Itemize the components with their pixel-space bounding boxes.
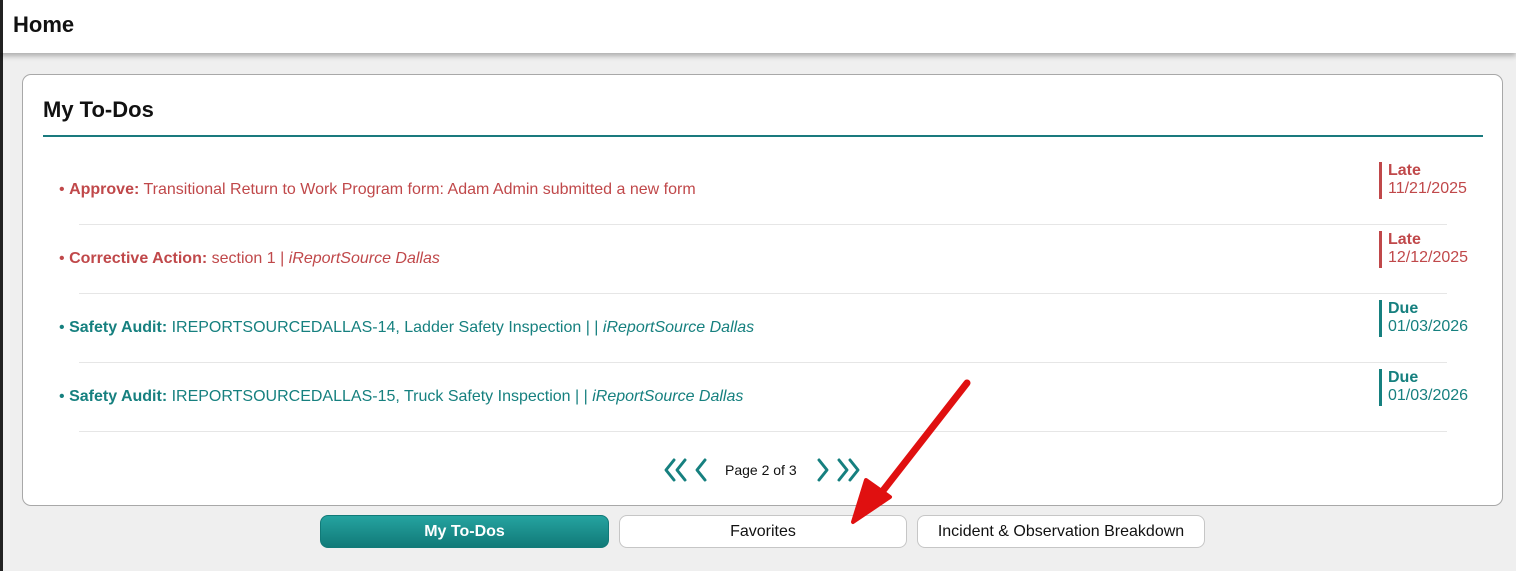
- todo-location: iReportSource Dallas: [602, 319, 755, 336]
- left-border: [0, 53, 3, 571]
- bullet: •: [59, 388, 65, 405]
- bullet: •: [59, 319, 65, 336]
- todo-text[interactable]: • Safety Audit: IREPORTSOURCEDALLAS-14, …: [59, 319, 754, 337]
- status-label: Due: [1388, 300, 1419, 317]
- todo-text[interactable]: • Approve: Transitional Return to Work P…: [59, 181, 696, 199]
- todo-item[interactable]: • Approve: Transitional Return to Work P…: [59, 156, 1469, 225]
- status-label: Due: [1388, 369, 1419, 386]
- page-header: Home: [0, 0, 1516, 53]
- row-divider: [79, 431, 1447, 432]
- pagination: Page 2 of 3: [663, 453, 861, 487]
- double-chevron-left-icon[interactable]: [663, 455, 689, 485]
- todo-text[interactable]: • Safety Audit: IREPORTSOURCEDALLAS-15, …: [59, 388, 743, 406]
- page-indicator: Page 2 of 3: [725, 462, 797, 478]
- page-title: Home: [13, 12, 75, 37]
- todo-location: iReportSource Dallas: [288, 250, 440, 267]
- status-label: Late: [1388, 162, 1421, 179]
- status-badge: Late 12/12/2025: [1379, 231, 1468, 268]
- chevron-left-icon[interactable]: [689, 455, 715, 485]
- todo-description: IREPORTSOURCEDALLAS-15, Truck Safety Ins…: [167, 388, 593, 405]
- todo-item[interactable]: • Safety Audit: IREPORTSOURCEDALLAS-14, …: [59, 294, 1469, 363]
- todos-card: My To-Dos • Approve: Transitional Return…: [22, 74, 1503, 506]
- status-label: Late: [1388, 231, 1421, 248]
- status-date: 01/03/2026: [1388, 387, 1469, 404]
- todo-item[interactable]: • Safety Audit: IREPORTSOURCEDALLAS-15, …: [59, 363, 1469, 432]
- todo-description: IREPORTSOURCEDALLAS-14, Ladder Safety In…: [167, 319, 603, 336]
- tab-favorites[interactable]: Favorites: [619, 515, 907, 548]
- tab-my-todos[interactable]: My To-Dos: [320, 515, 609, 548]
- status-date: 11/21/2025: [1388, 180, 1467, 197]
- bullet: •: [59, 250, 65, 267]
- status-badge: Due 01/03/2026: [1379, 300, 1468, 337]
- status-date: 12/12/2025: [1388, 249, 1469, 266]
- todo-description: Transitional Return to Work Program form…: [139, 181, 696, 198]
- todo-kind: Corrective Action:: [69, 250, 208, 267]
- todo-item[interactable]: • Corrective Action: section 1 | iReport…: [59, 225, 1469, 294]
- todo-location: iReportSource Dallas: [592, 388, 744, 405]
- todo-kind: Safety Audit:: [69, 319, 168, 336]
- chevron-right-icon[interactable]: [809, 455, 835, 485]
- todo-kind: Approve:: [69, 181, 140, 198]
- status-badge: Due 01/03/2026: [1379, 369, 1468, 406]
- todo-text[interactable]: • Corrective Action: section 1 | iReport…: [59, 250, 440, 268]
- double-chevron-right-icon[interactable]: [835, 455, 861, 485]
- tab-incident-observation-breakdown[interactable]: Incident & Observation Breakdown: [917, 515, 1205, 548]
- card-title: My To-Dos: [43, 97, 154, 122]
- bullet: •: [59, 181, 65, 198]
- title-divider: [43, 135, 1483, 137]
- status-badge: Late 11/21/2025: [1379, 162, 1467, 199]
- todo-kind: Safety Audit:: [69, 388, 168, 405]
- status-date: 01/03/2026: [1388, 318, 1469, 335]
- todo-description: section 1 |: [207, 250, 289, 267]
